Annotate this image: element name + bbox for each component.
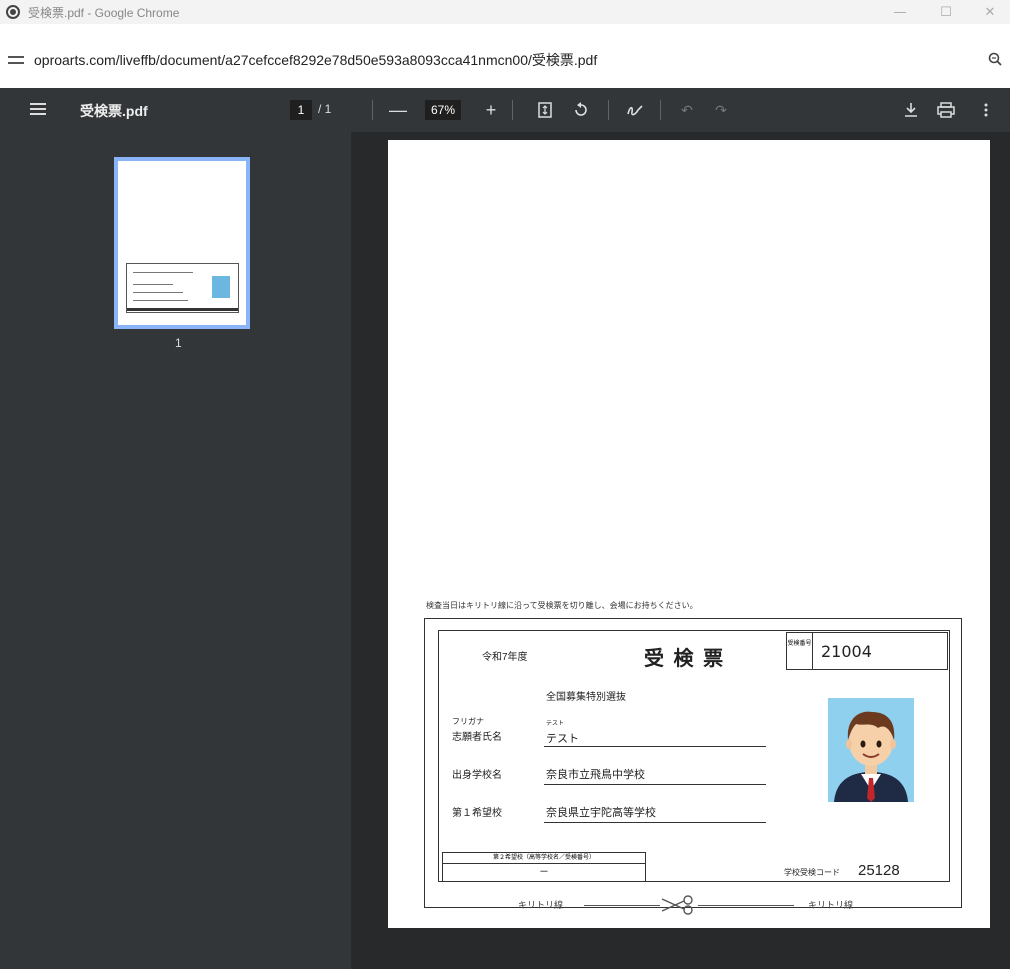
page-thumbnail xyxy=(118,161,246,325)
undo-button[interactable]: ↶ xyxy=(674,97,700,123)
second-choice-header: 第２希望校（高等学校名／受検番号） xyxy=(443,853,645,864)
school-label: 出身学校名 xyxy=(452,770,502,781)
rotate-icon xyxy=(575,102,587,116)
site-info-icon[interactable] xyxy=(8,53,24,67)
exam-number-label: 受検番号 xyxy=(787,633,813,669)
annotate-button[interactable] xyxy=(622,97,648,123)
furigana-value: テスト xyxy=(546,721,565,727)
download-icon xyxy=(905,103,917,117)
page-thumbnail-selected[interactable] xyxy=(114,157,250,329)
cut-line-right xyxy=(698,905,794,906)
school-code-label: 学校受検コード xyxy=(784,868,840,877)
pdf-toolbar: 受検票.pdf 1 / 1 — 67% + ↶ ↷ xyxy=(0,88,1010,132)
second-choice-box: 第２希望校（高等学校名／受検番号） － xyxy=(442,852,646,882)
cut-line-label-right: キリトリ線 xyxy=(808,900,854,910)
exam-number-box: 受検番号 21004 xyxy=(786,632,948,670)
applicant-name-label: 志願者氏名 xyxy=(452,732,502,743)
thumbnail-sidebar: 1 xyxy=(0,132,352,969)
minimize-button[interactable]: — xyxy=(880,0,920,24)
pdf-viewer[interactable]: 検査当日はキリトリ線に沿って受検票を切り離し、会場にお持ちください。 令和7年度… xyxy=(352,132,1010,969)
menu-icon[interactable] xyxy=(30,102,46,116)
window-title: 受検票.pdf - Google Chrome xyxy=(28,5,180,20)
redo-icon: ↷ xyxy=(715,101,727,118)
applicant-portrait-icon xyxy=(834,711,908,802)
zoom-magnifier-icon[interactable] xyxy=(988,52,1002,66)
download-button[interactable] xyxy=(898,97,924,123)
first-choice-underline xyxy=(544,822,766,823)
first-choice-label: 第１希望校 xyxy=(452,808,502,819)
selection-category: 全国募集特別選抜 xyxy=(546,692,626,703)
close-button[interactable]: ✕ xyxy=(970,0,1010,24)
undo-icon: ↶ xyxy=(681,101,693,118)
thumbnail-page-number: 1 xyxy=(175,336,182,350)
cut-line-label-left: キリトリ線 xyxy=(518,900,564,910)
toolbar-divider xyxy=(608,100,609,120)
toolbar-divider xyxy=(660,100,661,120)
more-vertical-icon xyxy=(984,103,988,117)
rotate-button[interactable] xyxy=(568,97,594,123)
ticket-title: 受 検 票 xyxy=(644,648,726,670)
name-underline xyxy=(544,746,766,747)
scissors-icon xyxy=(661,895,693,915)
fiscal-year: 令和7年度 xyxy=(482,652,528,663)
exam-number: 21004 xyxy=(821,642,872,661)
redo-button[interactable]: ↷ xyxy=(708,97,734,123)
zoom-in-button[interactable]: + xyxy=(478,97,504,123)
thumbnail-ticket-preview xyxy=(126,263,239,313)
url-field[interactable]: oproarts.com/liveffb/document/a27cefccef… xyxy=(34,50,597,70)
furigana-label: フリガナ xyxy=(452,717,484,726)
page-count: / 1 xyxy=(318,102,332,116)
zoom-out-button[interactable]: — xyxy=(385,97,411,123)
second-choice-value: － xyxy=(539,867,549,878)
draw-pen-icon xyxy=(627,105,643,116)
address-bar: oproarts.com/liveffb/document/a27cefccef… xyxy=(0,44,1010,76)
document-title: 受検票.pdf xyxy=(80,103,148,119)
cut-line-left xyxy=(584,905,660,906)
print-button[interactable] xyxy=(933,97,959,123)
zoom-level-input[interactable]: 67% xyxy=(425,100,461,120)
applicant-photo xyxy=(828,698,914,802)
first-choice-school: 奈良県立宇陀高等学校 xyxy=(546,807,656,819)
school-code: 25128 xyxy=(858,862,900,879)
more-options-button[interactable] xyxy=(978,97,994,123)
pdf-page: 検査当日はキリトリ線に沿って受検票を切り離し、会場にお持ちください。 令和7年度… xyxy=(388,140,990,928)
fit-page-button[interactable] xyxy=(532,97,558,123)
toolbar-divider xyxy=(512,100,513,120)
maximize-button[interactable]: ☐ xyxy=(926,0,966,24)
fit-page-icon xyxy=(538,102,552,118)
print-icon xyxy=(937,102,955,118)
toolbar-divider xyxy=(372,100,373,120)
window-title-bar: 受検票.pdf - Google Chrome — ☐ ✕ xyxy=(0,0,1010,24)
school-underline xyxy=(544,784,766,785)
chrome-favicon-icon xyxy=(6,5,20,19)
cut-instruction: 検査当日はキリトリ線に沿って受検票を切り離し、会場にお持ちください。 xyxy=(426,601,698,610)
applicant-name: テスト xyxy=(546,733,579,745)
school-name: 奈良市立飛鳥中学校 xyxy=(546,769,645,781)
page-number-input[interactable]: 1 xyxy=(290,100,312,120)
